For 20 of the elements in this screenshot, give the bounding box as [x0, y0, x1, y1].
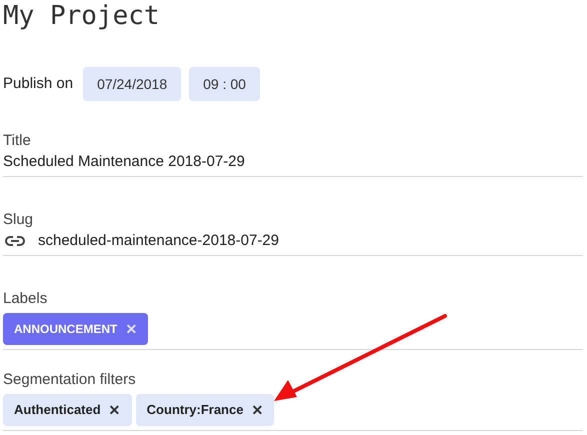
- label-chip[interactable]: ANNOUNCEMENT ✕: [3, 313, 148, 345]
- field-value: scheduled-maintenance-2018-07-29: [38, 230, 279, 251]
- page-title: My Project: [3, 0, 161, 32]
- chip-text: ANNOUNCEMENT: [14, 321, 118, 338]
- filter-chip[interactable]: Country:France ✕: [136, 394, 274, 426]
- section-label: Labels: [3, 289, 48, 309]
- link-icon: [5, 236, 25, 246]
- section-label: Segmentation filters: [3, 370, 137, 390]
- chip-text: Authenticated: [14, 401, 101, 420]
- field-label: Title: [3, 131, 32, 151]
- arrow-icon: [274, 314, 447, 401]
- time-button[interactable]: 09 : 00: [189, 67, 260, 101]
- field-label: Slug: [3, 210, 34, 230]
- remove-button[interactable]: ✕: [108, 403, 121, 417]
- chip-text: Country:France: [146, 401, 244, 420]
- filter-chip[interactable]: Authenticated ✕: [3, 394, 132, 426]
- field-value: Scheduled Maintenance 2018-07-29: [3, 152, 245, 172]
- date-button[interactable]: 07/24/2018: [83, 67, 182, 101]
- publish-label: Publish on: [3, 74, 74, 94]
- remove-button[interactable]: ✕: [251, 403, 264, 417]
